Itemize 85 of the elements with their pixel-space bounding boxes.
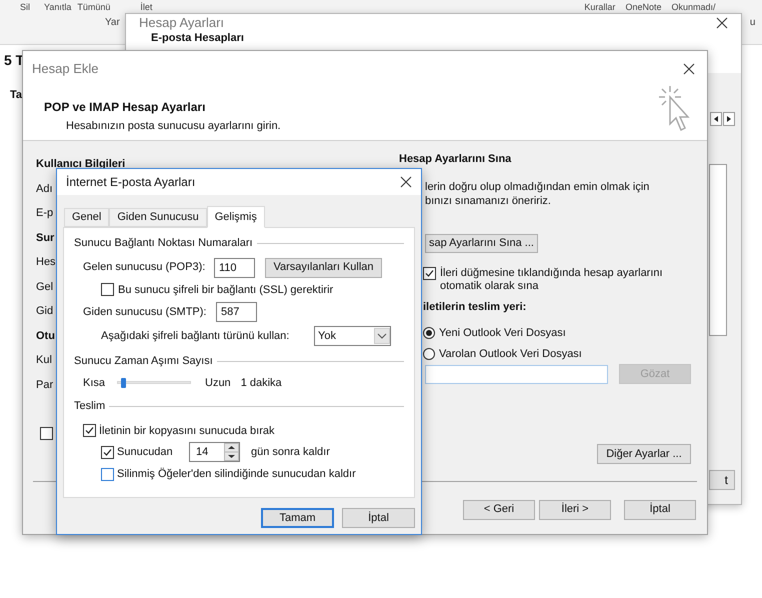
checkbox[interactable] [40,426,53,440]
group-heading: Sunucu Bağlantı Noktası Numaraları [74,236,253,251]
description-text: lerin doğru olup olmadığından emin olmak için [425,180,650,194]
slider-label: Kısa [83,376,106,390]
spinner-suffix: gün sonra kaldır [251,444,330,460]
more-settings-button[interactable]: Diğer Ayarlar ... [597,444,691,464]
field-label: Gid [36,304,54,319]
radio-label: Varolan Outlook Veri Dosyası [439,346,582,362]
tab[interactable]: Genel [64,208,110,227]
close-icon[interactable] [683,62,695,75]
section-heading: E-posta Hesapları [151,32,245,44]
page-subheading: Hesabınızın posta sunucusu ayarlarını girin. [66,118,282,134]
checkbox[interactable] [101,446,114,458]
check-icon [85,426,94,436]
field-label: E-p [36,206,54,221]
ribbon-label[interactable]: İlet [140,2,152,12]
timeout-reading: 1 dakika [240,376,282,390]
test-settings-button[interactable]: sap Ayarlarını Sına ... [425,234,538,252]
check-icon [103,448,112,456]
field-label: Otu [36,328,55,344]
dialog-button[interactable]: İptal [342,508,415,528]
checkbox-label: İleri düğmesine tıklandığında hesap ayarlarını [440,266,663,280]
ribbon-label[interactable]: Okunmadı/ [671,2,716,12]
checkbox[interactable] [423,266,436,280]
days-spinner[interactable]: 14 [189,442,240,462]
checkbox[interactable] [83,424,96,438]
field-label: Sur [36,230,54,246]
close-icon[interactable] [400,176,412,188]
radio-button[interactable] [423,327,435,340]
tab[interactable]: Gelişmiş [206,206,265,228]
check-icon [425,268,434,278]
encryption-dropdown[interactable]: Yok [314,326,391,346]
window-title: Hesap Ekle [32,60,98,78]
scroll-left-icon[interactable] [710,112,722,126]
section-heading: iletilerin teslim yeri: [423,300,526,314]
ribbon-label[interactable]: Tümünü [77,2,110,12]
field-label: Gel [36,280,54,294]
ribbon-label[interactable]: Kurallar [584,2,616,12]
checkbox[interactable] [101,283,114,296]
window-title: İnternet E-posta Ayarları [66,174,196,191]
ribbon-label[interactable]: Sil [20,2,30,12]
port-field[interactable]: 587 [216,302,257,322]
close-icon[interactable] [716,16,728,28]
field-label: Aşağıdaki şifreli bağlantı türünü kullan: [101,328,290,344]
field-label: Gelen sunucusu (POP3): [83,260,206,276]
dialog-button[interactable]: t [709,470,735,490]
file-path-field[interactable] [425,364,608,384]
group-heading: Teslim [74,399,106,414]
checkbox-label: Silinmiş Öğeler'den silindiğinde sunucudan kaldır [117,466,356,482]
field-label: Hes [36,255,56,270]
description-text: bınızı sınamanızı öneririz. [425,194,551,208]
checkbox[interactable] [101,468,114,481]
chevron-down-icon [374,328,390,344]
spinner-arrows-icon[interactable] [224,443,239,461]
port-field[interactable]: 110 [214,258,255,278]
group-heading: Sunucu Zaman Aşımı Sayısı [74,354,213,369]
ribbon-label[interactable]: OneNote [625,2,662,12]
radio-button[interactable] [423,348,435,360]
field-label: Par [36,378,54,392]
defaults-button[interactable]: Varsayılanları Kullan [265,258,382,278]
checkbox-label: Sunucudan [117,444,174,460]
checkbox-label: Bu sunucu şifreli bir bağlantı (SSL) gerektirir [118,282,334,298]
ribbon-label[interactable]: Yanıtla [44,2,72,12]
field-label: Adı [36,182,53,196]
mail-pane-text: Ta [10,88,24,103]
window-title: Hesap Ayarları [139,15,224,30]
field-label: Kul [36,353,52,368]
page-heading: POP ve IMAP Hesap Ayarları [44,98,206,116]
dialog-button[interactable]: < Geri [463,500,535,520]
tab[interactable]: Giden Sunucusu [109,208,207,227]
timeout-slider[interactable] [117,378,191,388]
slider-thumb[interactable] [120,378,126,388]
section-heading: Hesap Ayarlarını Sına [399,152,512,167]
field-label: Kullanıcı Bilgileri [36,157,126,172]
ribbon-label[interactable]: Yar [105,18,120,28]
dialog-button[interactable]: İleri > [539,500,611,520]
slider-label: Uzun [205,376,231,390]
dialog-button[interactable]: İptal [624,500,696,520]
dialog-button[interactable]: Tamam [261,508,334,528]
radio-label: Yeni Outlook Veri Dosyası [439,326,566,341]
ribbon-label[interactable]: u [750,18,756,28]
checkbox-label: otomatik olarak sına [440,280,538,292]
field-label: Giden sunucusu (SMTP): [83,304,208,320]
checkbox-label: İletinin bir kopyasını sunucuda bırak [99,424,274,438]
scroll-right-icon[interactable] [723,112,735,126]
